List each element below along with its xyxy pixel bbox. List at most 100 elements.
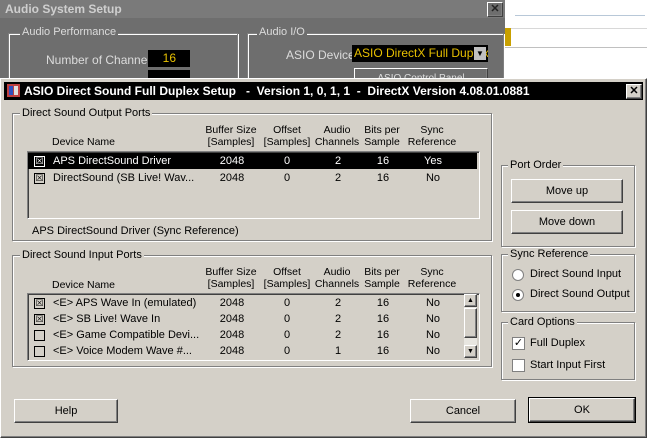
port-order-legend: Port Order [508,159,564,171]
sync-reference-group [501,254,635,312]
input-row-sync: No [425,313,441,325]
output-row-name: DirectSound (SB Live! Wav... [53,172,195,184]
input-row-channels: 1 [334,345,342,357]
input-row-sync: No [425,345,441,357]
cancel-button[interactable]: Cancel [410,399,516,423]
bg-close-icon[interactable]: ✕ [487,2,503,17]
input-row-name: <E> APS Wave In (emulated) [53,297,197,309]
audio-io-legend: Audio I/O [257,26,307,38]
bg-marker [505,28,511,46]
in-header-buffer: Buffer Size [Samples] [205,266,257,290]
output-row-offset: 0 [283,155,291,167]
output-row-checkbox[interactable]: ☒ [34,173,45,184]
input-row-channels: 2 [334,297,342,309]
output-row-buffer: 2048 [219,172,245,184]
output-row-sync: Yes [424,155,442,167]
port-order-group [501,165,635,247]
out-header-sync: Sync Reference [407,124,457,148]
input-row[interactable]: ☒ <E> APS Wave In (emulated) 2048 0 2 16… [28,295,462,311]
output-ports-legend: Direct Sound Output Ports [20,107,153,119]
input-row[interactable]: <E> Game Compatible Devi... 2048 0 2 16 … [28,327,462,343]
out-header-buffer: Buffer Size [Samples] [205,124,257,148]
input-row-offset: 0 [283,313,291,325]
input-row-bits: 16 [376,329,390,341]
out-header-bits: Bits per Sample [364,124,400,148]
in-header-offset: Offset [Samples] [263,266,311,290]
ok-button[interactable]: OK [528,397,636,423]
input-row-sync: No [425,329,441,341]
move-up-button[interactable]: Move up [511,179,623,203]
input-row-buffer: 2048 [219,313,245,325]
input-row[interactable]: <E> Voice Modem Wave #... 2048 0 1 16 No [28,343,462,359]
help-button[interactable]: Help [14,399,118,423]
scroll-thumb[interactable] [464,308,477,338]
input-row-buffer: 2048 [219,329,245,341]
sync-reference-legend: Sync Reference [508,248,591,260]
input-list-scrollbar[interactable]: ▲ ▼ [464,294,477,358]
bg-window-title: Audio System Setup [5,2,122,16]
full-duplex-checkbox[interactable]: ✓ [512,337,525,350]
output-row-channels: 2 [334,172,342,184]
input-row-sync: No [425,297,441,309]
output-row-name: APS DirectSound Driver [53,155,171,167]
input-row-bits: 16 [376,297,390,309]
scroll-up-icon[interactable]: ▲ [464,294,477,307]
input-row-checkbox[interactable]: ☒ [34,314,45,325]
out-header-device: Device Name [52,136,116,148]
bg-window-titlebar: Audio System Setup ✕ [0,0,505,18]
input-row-channels: 2 [334,329,342,341]
output-row-bits: 16 [376,155,390,167]
bg-rule-2 [505,47,647,48]
input-row-checkbox[interactable] [34,330,45,341]
close-icon[interactable]: ✕ [626,84,642,99]
output-row-checkbox[interactable]: ☒ [34,156,45,167]
move-down-button[interactable]: Move down [511,210,623,234]
input-row-offset: 0 [283,297,291,309]
output-row[interactable]: ☒ APS DirectSound Driver 2048 0 2 16 Yes [28,153,477,169]
input-row-buffer: 2048 [219,345,245,357]
input-ports-list[interactable]: ☒ <E> APS Wave In (emulated) 2048 0 2 16… [27,293,480,361]
input-row-bits: 16 [376,345,390,357]
background-app-strip [505,0,647,80]
asio-device-select[interactable]: ASIO DirectX Full Duplex [352,45,488,62]
scroll-down-icon[interactable]: ▼ [464,345,477,358]
input-row-offset: 0 [283,345,291,357]
num-channels-field[interactable]: 16 [148,50,190,67]
start-input-first-checkbox[interactable] [512,359,525,372]
sync-output-radio[interactable] [512,289,524,301]
app-icon [7,84,20,97]
input-row[interactable]: ☒ <E> SB Live! Wave In 2048 0 2 16 No [28,311,462,327]
start-input-first-label: Start Input First [530,359,606,371]
input-row-bits: 16 [376,313,390,325]
dialog-title: ASIO Direct Sound Full Duplex Setup - Ve… [24,84,530,98]
output-row[interactable]: ☒ DirectSound (SB Live! Wav... 2048 0 2 … [28,170,477,186]
sync-input-radio[interactable] [512,269,524,281]
output-row-channels: 2 [334,155,342,167]
full-duplex-label: Full Duplex [530,337,586,349]
asio-setup-dialog: ASIO Direct Sound Full Duplex Setup - Ve… [0,78,647,438]
out-header-offset: Offset [Samples] [263,124,311,148]
num-channels-label: Number of Channels [46,53,157,67]
card-options-legend: Card Options [508,316,577,328]
input-row-channels: 2 [334,313,342,325]
in-header-sync: Sync Reference [407,266,457,290]
audio-system-setup-window: Audio System Setup ✕ Audio Performance N… [0,0,505,85]
input-row-name: <E> Game Compatible Devi... [53,329,200,341]
chevron-down-icon[interactable]: ▼ [474,47,486,60]
input-row-checkbox[interactable] [34,346,45,357]
output-row-offset: 0 [283,172,291,184]
in-header-bits: Bits per Sample [364,266,400,290]
input-row-checkbox[interactable]: ☒ [34,298,45,309]
asio-device-label: ASIO Device [286,48,355,62]
output-ports-list[interactable]: ☒ APS DirectSound Driver 2048 0 2 16 Yes… [27,151,480,219]
bg-rule [515,15,645,16]
input-row-name: <E> SB Live! Wave In [53,313,161,325]
input-row-offset: 0 [283,329,291,341]
input-ports-legend: Direct Sound Input Ports [20,249,144,261]
input-row-buffer: 2048 [219,297,245,309]
input-row-name: <E> Voice Modem Wave #... [53,345,192,357]
sync-input-label: Direct Sound Input [530,268,622,280]
asio-device-value: ASIO DirectX Full Duplex [354,46,488,60]
audio-performance-legend: Audio Performance [20,26,119,38]
output-row-buffer: 2048 [219,155,245,167]
